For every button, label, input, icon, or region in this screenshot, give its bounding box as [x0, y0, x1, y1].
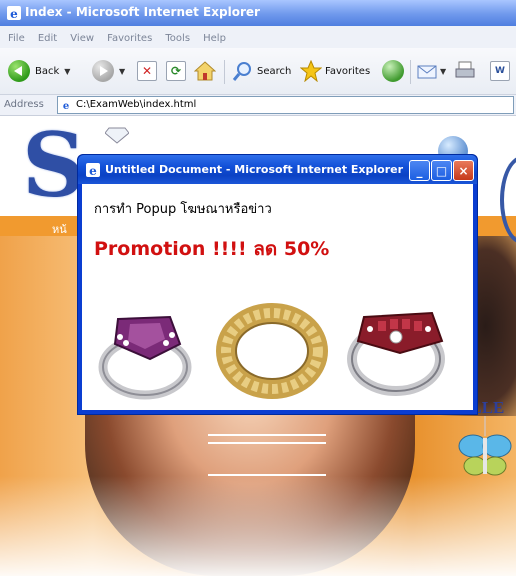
back-dropdown-icon[interactable]: ▼	[64, 67, 70, 76]
print-icon	[455, 61, 475, 78]
browser-title-bar[interactable]: e Index - Microsoft Internet Explorer	[0, 0, 516, 26]
address-bar: Address e C:\ExamWeb\index.html	[0, 95, 516, 116]
toolbar: Back ▼ ▼ ✕ ⟳ Search Favorites ▼ W	[0, 48, 516, 95]
home-button[interactable]	[194, 60, 216, 82]
favorites-button[interactable]: Favorites	[300, 60, 370, 82]
menu-help[interactable]: Help	[203, 33, 226, 44]
popup-window[interactable]: e Untitled Document - Microsoft Internet…	[77, 154, 478, 415]
search-icon	[232, 62, 251, 81]
refresh-icon: ⟳	[166, 61, 186, 81]
menu-bar: File Edit View Favorites Tools Help	[0, 26, 516, 49]
menu-file[interactable]: File	[8, 33, 25, 44]
minimize-icon: _	[416, 163, 423, 178]
back-label: Back	[35, 65, 60, 77]
search-label: Search	[257, 65, 292, 77]
nav-item[interactable]: หน้	[52, 220, 67, 238]
mail-dropdown-icon[interactable]: ▼	[440, 67, 446, 76]
menu-view[interactable]: View	[70, 33, 94, 44]
menu-tools[interactable]: Tools	[165, 33, 190, 44]
browser-title: Index - Microsoft Internet Explorer	[25, 5, 260, 19]
popup-content: การทำ Popup โฆษณาหรือข่าว Promotion !!!!…	[82, 184, 473, 410]
diamond-icon	[105, 127, 129, 144]
ring-amethyst-image	[98, 315, 192, 400]
toolbar-separator	[224, 60, 225, 84]
favorites-star-icon	[300, 60, 322, 82]
back-button[interactable]: Back ▼	[8, 60, 70, 82]
popup-title-bar[interactable]: e Untitled Document - Microsoft Internet…	[78, 155, 477, 184]
media-icon	[382, 60, 404, 82]
popup-title: Untitled Document - Microsoft Internet E…	[105, 163, 404, 176]
page-text-frame	[208, 434, 326, 476]
ring-gold-image	[216, 303, 328, 399]
stop-button[interactable]: ✕	[137, 60, 157, 82]
refresh-button[interactable]: ⟳	[166, 60, 186, 82]
close-icon: ×	[458, 163, 469, 178]
page-fade	[0, 476, 516, 576]
mail-icon	[417, 65, 437, 79]
ie-logo-icon: e	[7, 6, 21, 21]
toolbar-separator	[410, 60, 411, 84]
media-button[interactable]	[382, 60, 404, 82]
close-button[interactable]: ×	[453, 160, 474, 181]
popup-headline: การทำ Popup โฆษณาหรือข่าว	[94, 202, 272, 217]
maximize-icon: □	[435, 163, 448, 178]
forward-arrow-icon	[92, 60, 114, 82]
svg-text:e: e	[63, 101, 69, 111]
word-icon: W	[490, 61, 510, 81]
print-button[interactable]	[454, 60, 476, 82]
back-arrow-icon	[8, 60, 30, 82]
menu-edit[interactable]: Edit	[38, 33, 57, 44]
svg-text:e: e	[89, 164, 97, 178]
promotion-text: Promotion !!!! ลด 50%	[94, 238, 330, 260]
mail-button[interactable]: ▼	[416, 60, 446, 82]
forward-dropdown-icon[interactable]: ▼	[119, 67, 125, 76]
ring-ruby-image	[347, 311, 445, 396]
maximize-button[interactable]: □	[431, 160, 452, 181]
address-value: C:\ExamWeb\index.html	[76, 99, 197, 110]
home-icon	[194, 61, 216, 81]
address-label: Address	[4, 99, 44, 110]
svg-text:e: e	[10, 7, 18, 21]
search-button[interactable]: Search	[232, 60, 291, 82]
popup-ie-icon: e	[86, 163, 100, 178]
edit-word-button[interactable]: W	[490, 60, 510, 82]
forward-button[interactable]: ▼	[92, 60, 125, 82]
address-input[interactable]: e C:\ExamWeb\index.html	[57, 96, 514, 114]
stop-icon: ✕	[137, 61, 157, 81]
page-icon: e	[60, 99, 72, 111]
minimize-button[interactable]: _	[409, 160, 430, 181]
menu-favorites[interactable]: Favorites	[107, 33, 152, 44]
favorites-label: Favorites	[325, 65, 371, 77]
